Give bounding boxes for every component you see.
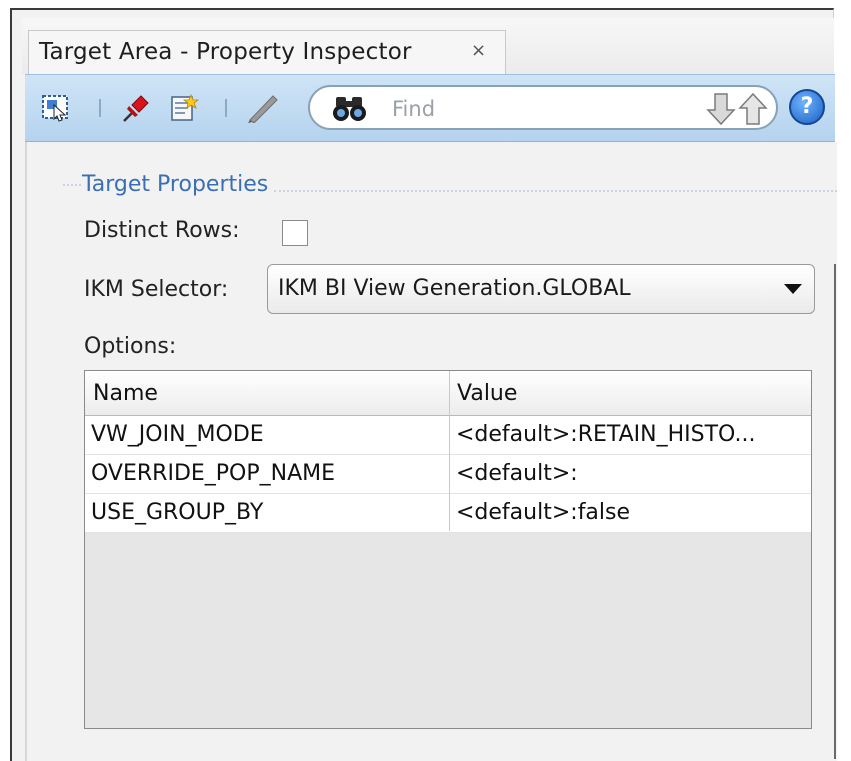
section-header: Target Properties	[82, 170, 837, 198]
distinct-rows-checkbox[interactable]	[282, 220, 308, 246]
section-rule	[63, 184, 81, 186]
row-name: OVERRIDE_POP_NAME	[91, 461, 336, 486]
find-box[interactable]	[308, 85, 778, 130]
arrow-down-icon[interactable]	[706, 92, 736, 126]
chevron-down-icon[interactable]	[784, 284, 802, 294]
tab-title: Target Area - Property Inspector	[39, 39, 412, 65]
column-header-value[interactable]: Value	[457, 381, 517, 406]
toolbar-separator	[99, 99, 101, 117]
options-table: Name Value VW_JOIN_MODE <default>:RETAIN…	[84, 370, 812, 729]
column-divider[interactable]	[449, 371, 450, 531]
row-value: <default>:	[456, 461, 578, 486]
table-row[interactable]: VW_JOIN_MODE <default>:RETAIN_HISTO...	[85, 416, 811, 455]
pencil-icon[interactable]	[245, 93, 281, 124]
toolbar: ?	[25, 74, 835, 142]
row-name: USE_GROUP_BY	[91, 500, 264, 525]
ikm-selector-dropdown[interactable]: IKM BI View Generation.GLOBAL	[267, 264, 815, 314]
table-header: Name Value	[85, 371, 811, 416]
find-input[interactable]	[390, 93, 674, 125]
help-icon[interactable]: ?	[789, 89, 825, 125]
options-label: Options:	[84, 334, 177, 359]
section-rule	[274, 190, 837, 192]
column-header-name[interactable]: Name	[93, 381, 158, 406]
row-value: <default>:RETAIN_HISTO...	[456, 422, 756, 447]
section-title: Target Properties	[82, 171, 269, 197]
edit-properties-icon[interactable]	[169, 93, 200, 123]
row-name: VW_JOIN_MODE	[91, 422, 264, 447]
ikm-selector-value: IKM BI View Generation.GLOBAL	[278, 276, 631, 301]
scrollbar-edge	[834, 264, 836, 759]
table-row[interactable]: USE_GROUP_BY <default>:false	[85, 494, 811, 533]
distinct-rows-label: Distinct Rows:	[84, 218, 240, 243]
pin-icon[interactable]	[121, 93, 151, 123]
tab-property-inspector[interactable]: Target Area - Property Inspector ×	[28, 30, 506, 76]
toolbar-separator	[225, 99, 227, 117]
table-row[interactable]: OVERRIDE_POP_NAME <default>:	[85, 455, 811, 494]
arrow-up-icon[interactable]	[738, 92, 768, 126]
property-panel: Target Properties Distinct Rows: IKM Sel…	[25, 142, 837, 761]
close-icon[interactable]: ×	[471, 40, 486, 61]
binoculars-icon[interactable]	[332, 93, 368, 123]
select-icon[interactable]	[41, 93, 71, 123]
row-value: <default>:false	[456, 500, 631, 525]
ikm-selector-label: IKM Selector:	[84, 277, 229, 302]
